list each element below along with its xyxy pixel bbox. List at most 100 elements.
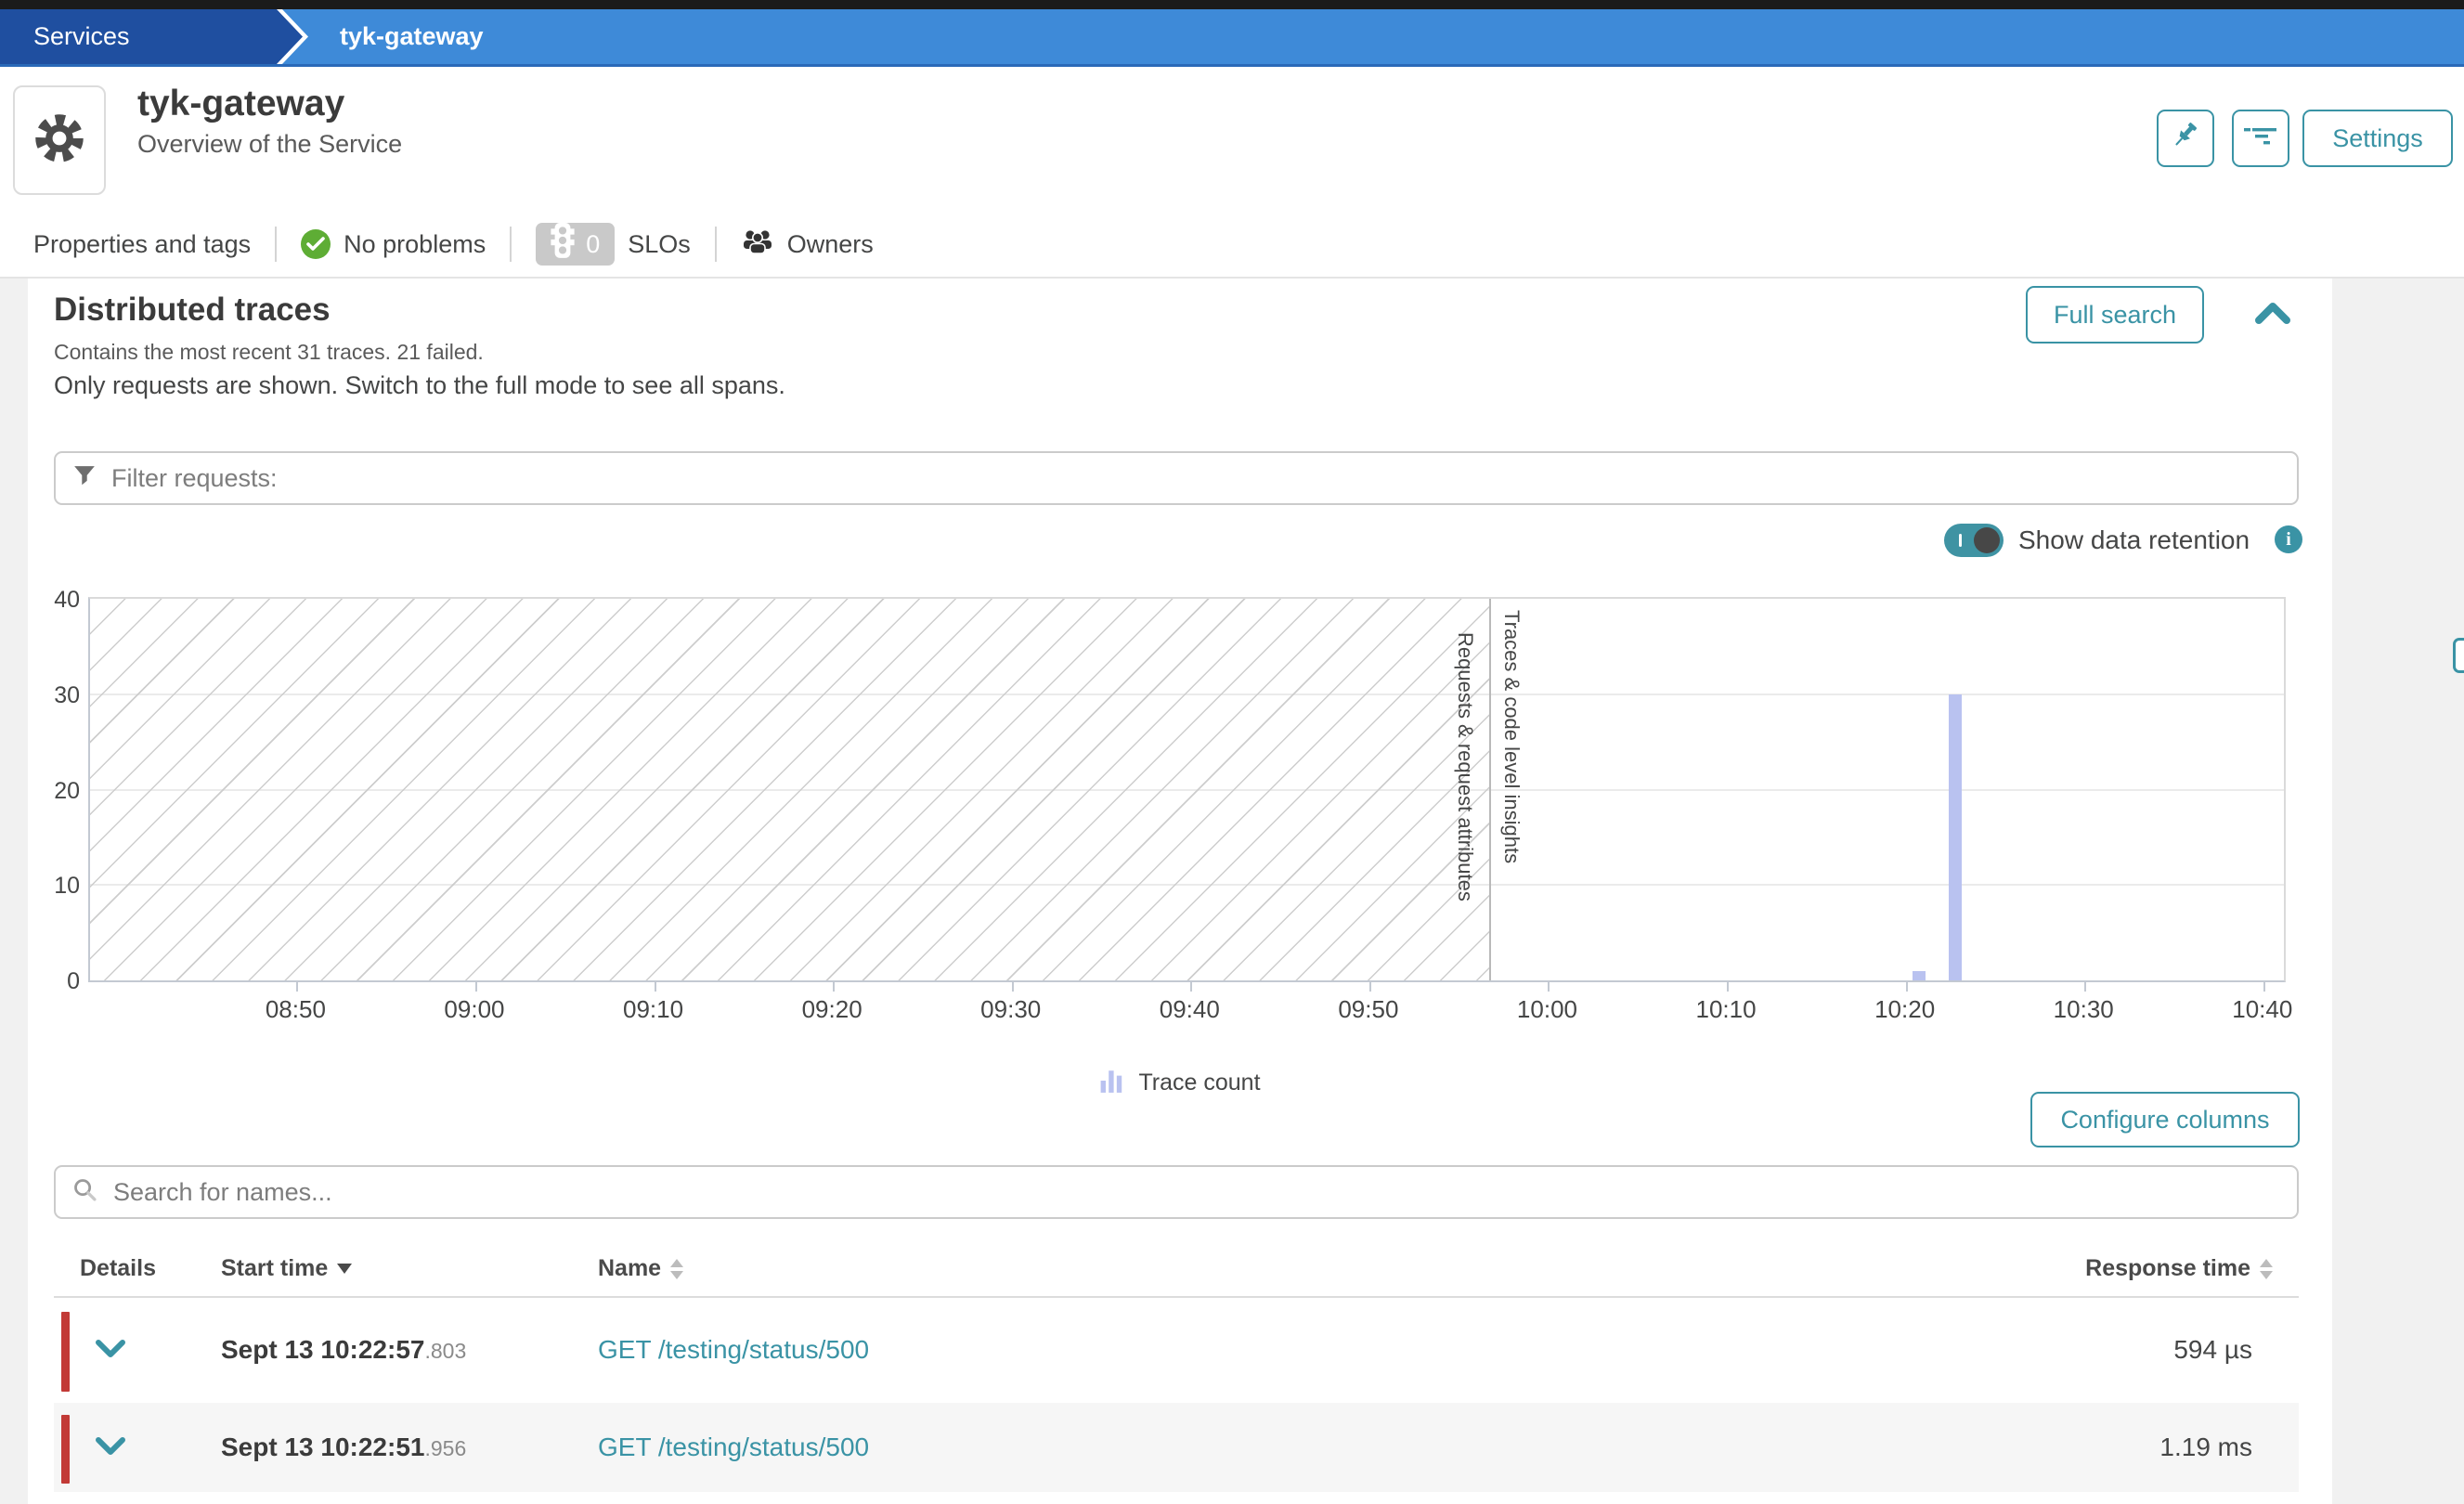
start-time-value: Sept 13 10:22:57 [221,1335,424,1364]
window-top-strip [0,0,2464,9]
configure-columns-button[interactable]: Configure columns [2030,1092,2300,1147]
show-data-retention-toggle[interactable] [1944,524,2004,557]
search-names-input[interactable] [113,1167,2280,1217]
x-tick-mark [296,982,298,992]
x-tick-label: 08:50 [249,995,342,1024]
collapse-section-chevron-up-icon[interactable] [2254,299,2291,329]
full-search-button[interactable]: Full search [2026,286,2204,344]
x-tick-mark [1548,982,1550,992]
expand-row-chevron-down-icon[interactable] [95,1436,128,1459]
chart-x-axis: 08:5009:0009:1009:2009:3009:4009:5010:00… [88,995,2286,1027]
column-name-sort[interactable]: Name [598,1255,683,1282]
retention-boundary-line [1489,599,1491,980]
service-icon-box [13,85,106,195]
chart-legend-trace-count[interactable]: Trace count [1099,1068,1260,1098]
y-tick-label: 30 [28,682,80,709]
trace-start-time: Sept 13 10:22:51.956 [221,1433,466,1462]
traces-summary: Contains the most recent 31 traces. 21 f… [54,340,484,365]
name-header-label: Name [598,1255,661,1282]
y-tick-label: 10 [28,873,80,900]
toggle-on-mark [1959,534,1962,547]
y-tick-label: 0 [28,968,80,995]
no-problems-label: No problems [344,230,486,259]
breadcrumb-item-services[interactable]: Services [0,9,303,64]
start-time-header-label: Start time [221,1255,328,1282]
sort-toggle-icon [670,1259,683,1279]
trace-count-bar [1913,971,1926,980]
traces-table-header: Details Start time Name Response time [54,1246,2299,1298]
error-indicator-bar [61,1312,70,1392]
error-indicator-bar [61,1415,70,1484]
x-tick-mark [1906,982,1908,992]
start-time-value: Sept 13 10:22:51 [221,1433,424,1461]
service-header: tyk-gateway Overview of the Service [0,67,2464,212]
x-tick-label: 09:10 [607,995,700,1024]
x-tick-mark [833,982,835,992]
collapsed-side-panel-button[interactable] [2453,638,2464,673]
traces-mode-note: Only requests are shown. Switch to the f… [54,371,785,400]
tab-owners[interactable]: Owners [741,228,874,261]
column-details: Details [80,1255,156,1282]
properties-label: Properties and tags [33,230,251,259]
show-data-retention-label: Show data retention [2018,525,2250,555]
sort-descending-icon [337,1264,352,1274]
breadcrumb-item-current[interactable]: tyk-gateway [340,9,484,64]
pin-button[interactable] [2157,110,2214,167]
tab-problems[interactable]: No problems [301,229,486,259]
expand-row-chevron-down-icon[interactable] [95,1339,128,1361]
waterfall-view-button[interactable] [2232,110,2289,167]
slos-label: SLOs [628,230,691,259]
y-tick-label: 40 [28,587,80,614]
x-tick-label: 09:00 [428,995,521,1024]
trace-start-time: Sept 13 10:22:57.803 [221,1335,466,1365]
x-tick-mark [475,982,477,992]
chart-plot: Requests & request attributes Traces & co… [88,597,2286,982]
y-tick-label: 20 [28,778,80,805]
pin-icon [2170,120,2201,158]
column-response-time-sort[interactable]: Response time [2085,1255,2273,1282]
x-tick-mark [1190,982,1192,992]
info-icon[interactable]: i [2275,525,2302,553]
tab-slos[interactable]: 0 SLOs [536,223,691,266]
waterfall-icon [2243,124,2278,153]
page-subtitle: Overview of the Service [137,130,402,159]
data-retention-hatch-region [90,599,1490,980]
x-tick-label: 10:30 [2037,995,2130,1024]
page-title: tyk-gateway [137,84,344,124]
details-header-label: Details [80,1255,156,1282]
trace-row[interactable]: Sept 13 10:22:57.803 GET /testing/status… [54,1300,2299,1400]
distributed-traces-card: Distributed traces Contains the most rec… [28,279,2332,1504]
trace-row[interactable]: Sept 13 10:22:51.956 GET /testing/status… [54,1403,2299,1492]
x-tick-mark [2084,982,2086,992]
search-names-field [54,1165,2299,1219]
x-tick-mark [655,982,656,992]
legend-label: Trace count [1138,1070,1260,1096]
x-tick-label: 10:20 [1859,995,1952,1024]
tab-properties-and-tags[interactable]: Properties and tags [33,230,251,259]
x-tick-label: 09:40 [1143,995,1236,1024]
service-tabs: Properties and tags No problems [0,212,2464,279]
trace-name-link[interactable]: GET /testing/status/500 [598,1335,869,1365]
x-tick-label: 09:20 [785,995,878,1024]
check-circle-icon [301,229,331,259]
trace-response-time: 1.19 ms [2159,1433,2252,1462]
retention-row: Show data retention i [28,522,2332,563]
slo-badge: 0 [536,223,615,266]
breadcrumb-services-label: Services [33,22,130,51]
toggle-knob [1974,527,2000,553]
x-tick-label: 10:10 [1679,995,1772,1024]
trace-name-link[interactable]: GET /testing/status/500 [598,1433,869,1462]
breadcrumb: Services tyk-gateway [0,9,2464,67]
filter-requests-input[interactable] [111,453,2280,503]
x-tick-label: 10:40 [2216,995,2309,1024]
start-time-fraction: .956 [424,1436,466,1460]
response-time-header-label: Response time [2085,1255,2250,1282]
slo-count: 0 [586,230,600,259]
retention-label-left: Requests & request attributes [1453,632,1477,901]
column-start-time-sort[interactable]: Start time [221,1255,352,1282]
settings-button[interactable]: Settings [2302,110,2453,167]
trace-response-time: 594 µs [2173,1335,2252,1365]
search-icon [72,1177,98,1208]
filter-requests-field [54,451,2299,505]
retention-label-right: Traces & code level insights [1499,610,1524,863]
